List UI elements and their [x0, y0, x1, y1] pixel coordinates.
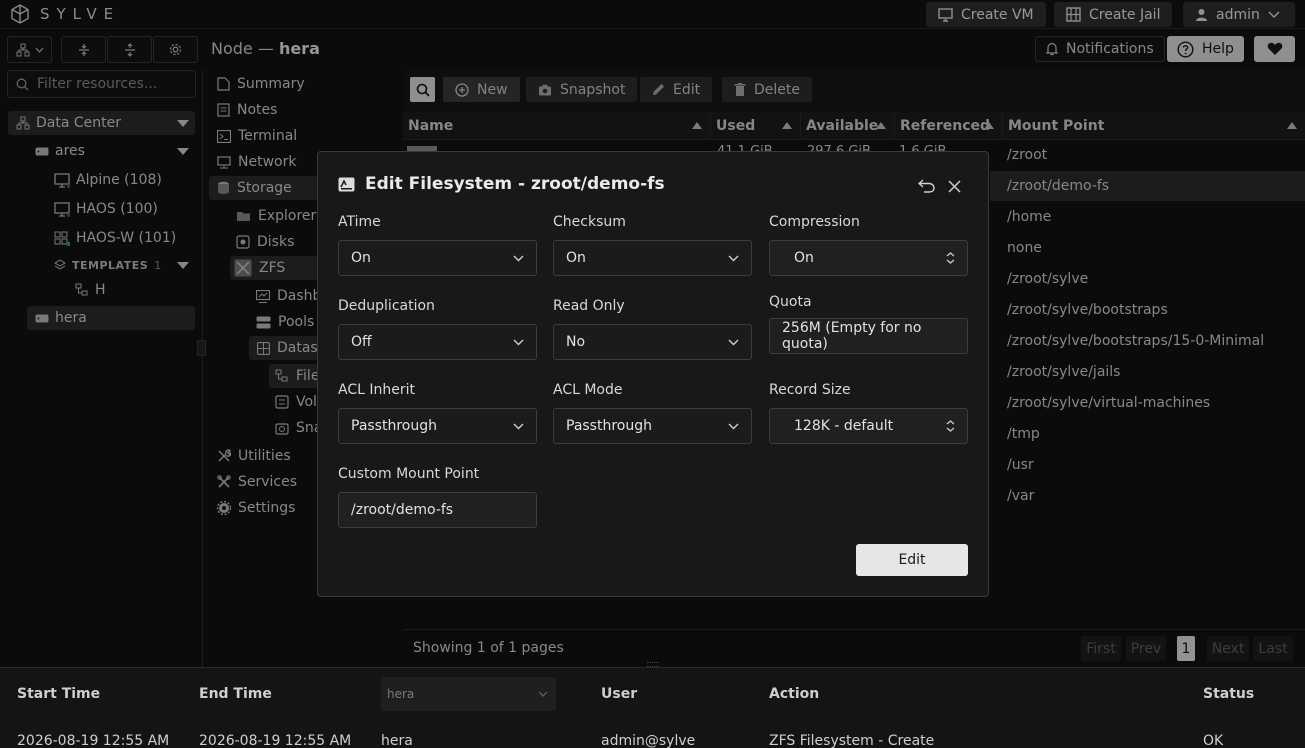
checksum-select[interactable]: On: [553, 240, 752, 276]
undo-icon: [918, 179, 935, 193]
dialog-title-text: Edit Filesystem - zroot/demo-fs: [365, 174, 665, 194]
compression-select[interactable]: On: [769, 240, 968, 276]
close-icon: [948, 180, 961, 193]
node-filter-select[interactable]: hera: [381, 677, 556, 711]
acl-mode-label: ACL Mode: [553, 382, 623, 398]
mountpoint-input[interactable]: /zroot/demo-fs: [338, 492, 537, 528]
readonly-label: Read Only: [553, 298, 625, 314]
chevron-down-icon: [728, 423, 739, 429]
edit-submit-button[interactable]: Edit: [856, 544, 968, 576]
mountpoint-label: Custom Mount Point: [338, 466, 480, 482]
quota-value: 256M (Empty for no quota): [782, 320, 922, 352]
chevron-up-down-icon: [946, 252, 955, 264]
atime-value: On: [351, 250, 371, 266]
atime-label: ATime: [338, 214, 381, 230]
chevron-up-down-icon: [946, 420, 955, 432]
task-column-action[interactable]: Action: [769, 686, 819, 702]
compression-label: Compression: [769, 214, 860, 230]
record-size-value: 128K - default: [794, 418, 894, 434]
compression-value: On: [794, 250, 814, 266]
record-size-label: Record Size: [769, 382, 851, 398]
chevron-down-icon: [728, 255, 739, 261]
task-start-time: 2026-08-19 12:55 AM: [17, 733, 170, 748]
task-user: admin@sylve: [601, 733, 696, 748]
atime-select[interactable]: On: [338, 240, 537, 276]
task-status: OK: [1203, 733, 1224, 748]
task-action: ZFS Filesystem - Create: [769, 733, 935, 748]
task-node: hera: [381, 733, 413, 748]
chevron-down-icon: [513, 255, 524, 261]
dedup-value: Off: [351, 334, 372, 350]
quota-label: Quota: [769, 294, 812, 310]
acl-inherit-select[interactable]: Passthrough: [338, 408, 537, 444]
chevron-down-icon: [513, 339, 524, 345]
dedup-label: Deduplication: [338, 298, 435, 314]
task-column-user[interactable]: User: [601, 686, 637, 702]
acl-mode-select[interactable]: Passthrough: [553, 408, 752, 444]
task-column-end[interactable]: End Time: [199, 686, 272, 702]
acl-mode-value: Passthrough: [566, 418, 652, 434]
readonly-select[interactable]: No: [553, 324, 752, 360]
node-filter-value: hera: [387, 687, 415, 701]
quota-input[interactable]: 256M (Empty for no quota): [769, 318, 968, 354]
reset-button[interactable]: [918, 179, 935, 193]
chevron-down-icon: [728, 339, 739, 345]
checksum-label: Checksum: [553, 214, 626, 230]
chevron-down-icon: [513, 423, 524, 429]
edit-filesystem-dialog: Edit Filesystem - zroot/demo-fs ATime On…: [317, 151, 989, 597]
acl-inherit-label: ACL Inherit: [338, 382, 415, 398]
dialog-title: Edit Filesystem - zroot/demo-fs: [338, 174, 665, 194]
acl-inherit-value: Passthrough: [351, 418, 437, 434]
chevron-down-icon: [538, 691, 548, 697]
checksum-value: On: [566, 250, 586, 266]
task-column-status[interactable]: Status: [1203, 686, 1254, 702]
dedup-select[interactable]: Off: [338, 324, 537, 360]
mountpoint-value: /zroot/demo-fs: [351, 502, 454, 518]
record-size-select[interactable]: 128K - default: [769, 408, 968, 444]
task-end-time: 2026-08-19 12:55 AM: [199, 733, 352, 748]
close-button[interactable]: [948, 180, 961, 193]
drive-icon: [338, 177, 355, 191]
readonly-value: No: [566, 334, 586, 350]
task-column-start[interactable]: Start Time: [17, 686, 100, 702]
